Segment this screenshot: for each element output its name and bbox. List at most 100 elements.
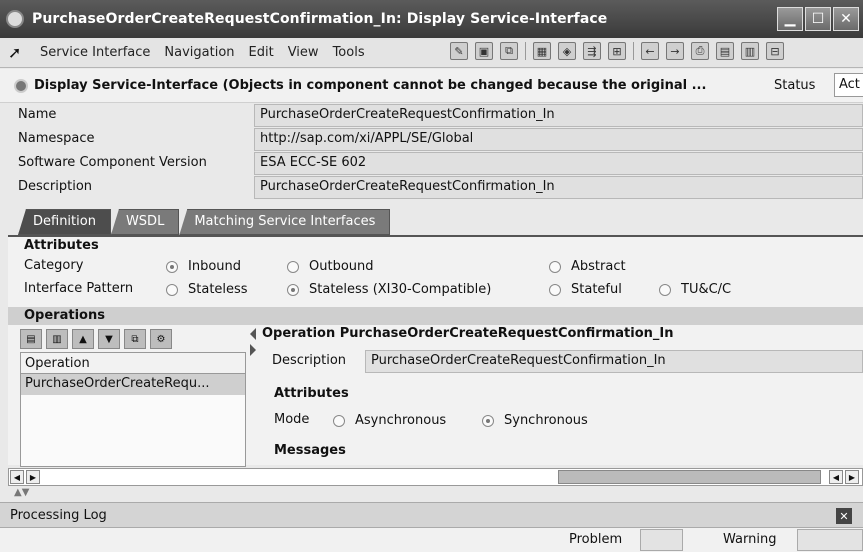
menu-service-interface[interactable]: Service Interface	[40, 45, 150, 60]
menu-navigation[interactable]: Navigation	[164, 45, 234, 60]
status-bar: Problem Warning	[0, 528, 863, 552]
menu-tools[interactable]: Tools	[333, 45, 365, 60]
close-button[interactable]: ✕	[833, 7, 859, 31]
copy-operation-icon[interactable]: ⧉	[124, 329, 146, 349]
status-field: Act	[834, 73, 863, 97]
radio-unselected-icon	[659, 283, 671, 296]
delete-operation-icon[interactable]: ▥	[46, 329, 68, 349]
radio-unselected-icon	[287, 260, 299, 273]
radio-selected-icon	[287, 283, 299, 296]
radio-abstract[interactable]: Abstract	[549, 259, 626, 274]
menu-view[interactable]: View	[288, 45, 319, 60]
window-controls: ▁ ☐ ✕	[777, 7, 859, 31]
cursor-icon: ➚	[8, 43, 22, 62]
description-label: Description	[18, 179, 93, 194]
name-field[interactable]: PurchaseOrderCreateRequestConfirmation_I…	[254, 104, 863, 127]
problem-count-field	[640, 529, 683, 551]
operations-header	[8, 307, 863, 325]
radio-stateless-xi30[interactable]: Stateless (XI30-Compatible)	[287, 282, 491, 297]
processing-log-title: Processing Log	[10, 508, 107, 523]
description-row: Description PurchaseOrderCreateRequestCo…	[0, 176, 863, 200]
edit-pencil-icon[interactable]: ✎	[450, 42, 468, 60]
problem-label: Problem	[569, 532, 623, 547]
display-mode-icon	[14, 78, 28, 93]
info-message: Display Service-Interface (Objects in co…	[34, 78, 707, 93]
radio-unselected-icon	[549, 260, 561, 273]
namespace-row: Namespace http://sap.com/xi/APPL/SE/Glob…	[0, 128, 863, 152]
forward-arrow-icon[interactable]: →	[666, 42, 684, 60]
scroll-right-icon[interactable]: ▶	[26, 470, 40, 484]
radio-unselected-icon	[166, 283, 178, 296]
description-field[interactable]: PurchaseOrderCreateRequestConfirmation_I…	[254, 176, 863, 199]
copy-icon[interactable]: ⧉	[500, 42, 518, 60]
radio-inbound[interactable]: Inbound	[166, 259, 241, 274]
radio-stateful[interactable]: Stateful	[549, 282, 622, 297]
add-operation-icon[interactable]: ▤	[20, 329, 42, 349]
properties-icon[interactable]: ⚙	[150, 329, 172, 349]
radio-asynchronous[interactable]: Asynchronous	[333, 413, 446, 428]
tree-icon[interactable]: ⊟	[766, 42, 784, 60]
toolbar: ✎ ▣ ⧉ ▦ ◈ ⇶ ⊞ ← → ⎙ ▤ ▥ ⊟	[450, 42, 784, 60]
move-down-icon[interactable]: ▼	[98, 329, 120, 349]
horizontal-scrollbar[interactable]: ◀ ▶ ◀ ▶	[8, 468, 863, 486]
software-component-field[interactable]: ESA ECC-SE 602	[254, 152, 863, 175]
processing-log-bar: Processing Log ✕	[0, 502, 863, 528]
scrollbar-thumb[interactable]	[558, 470, 821, 484]
warning-count-field	[797, 529, 863, 551]
operations-title: Operations	[24, 308, 105, 323]
operations-toolbar: ▤ ▥ ▲ ▼ ⧉ ⚙	[20, 329, 172, 349]
operation-row[interactable]: PurchaseOrderCreateRequ...	[21, 374, 245, 395]
scroll-left-icon[interactable]: ◀	[829, 470, 843, 484]
tab-wsdl[interactable]: WSDL	[110, 209, 180, 235]
back-arrow-icon[interactable]: ←	[641, 42, 659, 60]
tab-strip: Definition WSDL Matching Service Interfa…	[18, 209, 391, 235]
interface-pattern-label: Interface Pattern	[24, 281, 134, 296]
warning-label: Warning	[723, 532, 777, 547]
print-icon[interactable]: ⎙	[691, 42, 709, 60]
operation-column-header[interactable]: Operation	[21, 353, 245, 374]
operation-attributes-title: Attributes	[274, 386, 349, 401]
messages-title: Messages	[274, 443, 346, 458]
scroll-left-icon[interactable]: ◀	[10, 470, 24, 484]
splitter-handle[interactable]	[248, 326, 258, 466]
hierarchy-icon[interactable]: ⊞	[608, 42, 626, 60]
toolbar-separator	[633, 42, 634, 60]
name-label: Name	[18, 107, 57, 122]
attributes-title: Attributes	[24, 238, 99, 253]
where-used-icon[interactable]: ⇶	[583, 42, 601, 60]
toolbar-separator	[525, 42, 526, 60]
category-label: Category	[24, 258, 84, 273]
operation-detail-title: Operation PurchaseOrderCreateRequestConf…	[262, 326, 674, 341]
tab-definition[interactable]: Definition	[18, 209, 111, 235]
radio-unselected-icon	[549, 283, 561, 296]
collapse-handle-icon[interactable]: ▲▼	[14, 487, 54, 501]
app-icon	[6, 10, 24, 28]
operations-list: Operation PurchaseOrderCreateRequ...	[20, 352, 246, 467]
maximize-button[interactable]: ☐	[805, 7, 831, 31]
tab-matching-service-interfaces[interactable]: Matching Service Interfaces	[179, 209, 391, 235]
save-icon[interactable]: ▣	[475, 42, 493, 60]
operation-description-field[interactable]: PurchaseOrderCreateRequestConfirmation_I…	[365, 350, 863, 373]
table-icon[interactable]: ▤	[716, 42, 734, 60]
software-component-label: Software Component Version	[18, 155, 207, 170]
status-label: Status	[774, 78, 816, 93]
radio-outbound[interactable]: Outbound	[287, 259, 374, 274]
radio-selected-icon	[166, 260, 178, 273]
radio-stateless[interactable]: Stateless	[166, 282, 248, 297]
software-component-row: Software Component Version ESA ECC-SE 60…	[0, 152, 863, 176]
splitter-arrows-icon	[250, 328, 256, 356]
radio-synchronous[interactable]: Synchronous	[482, 413, 588, 428]
check-icon[interactable]: ◈	[558, 42, 576, 60]
scroll-right-icon[interactable]: ▶	[845, 470, 859, 484]
move-up-icon[interactable]: ▲	[72, 329, 94, 349]
minimize-button[interactable]: ▁	[777, 7, 803, 31]
namespace-field[interactable]: http://sap.com/xi/APPL/SE/Global	[254, 128, 863, 151]
menu-edit[interactable]: Edit	[249, 45, 274, 60]
radio-unselected-icon	[333, 414, 345, 427]
title-bar: PurchaseOrderCreateRequestConfirmation_I…	[0, 0, 863, 38]
layout-icon[interactable]: ▥	[741, 42, 759, 60]
radio-tucc[interactable]: TU&C/C	[659, 282, 731, 297]
display-icon[interactable]: ▦	[533, 42, 551, 60]
close-log-icon[interactable]: ✕	[836, 508, 852, 524]
info-bar: Display Service-Interface (Objects in co…	[0, 69, 863, 103]
